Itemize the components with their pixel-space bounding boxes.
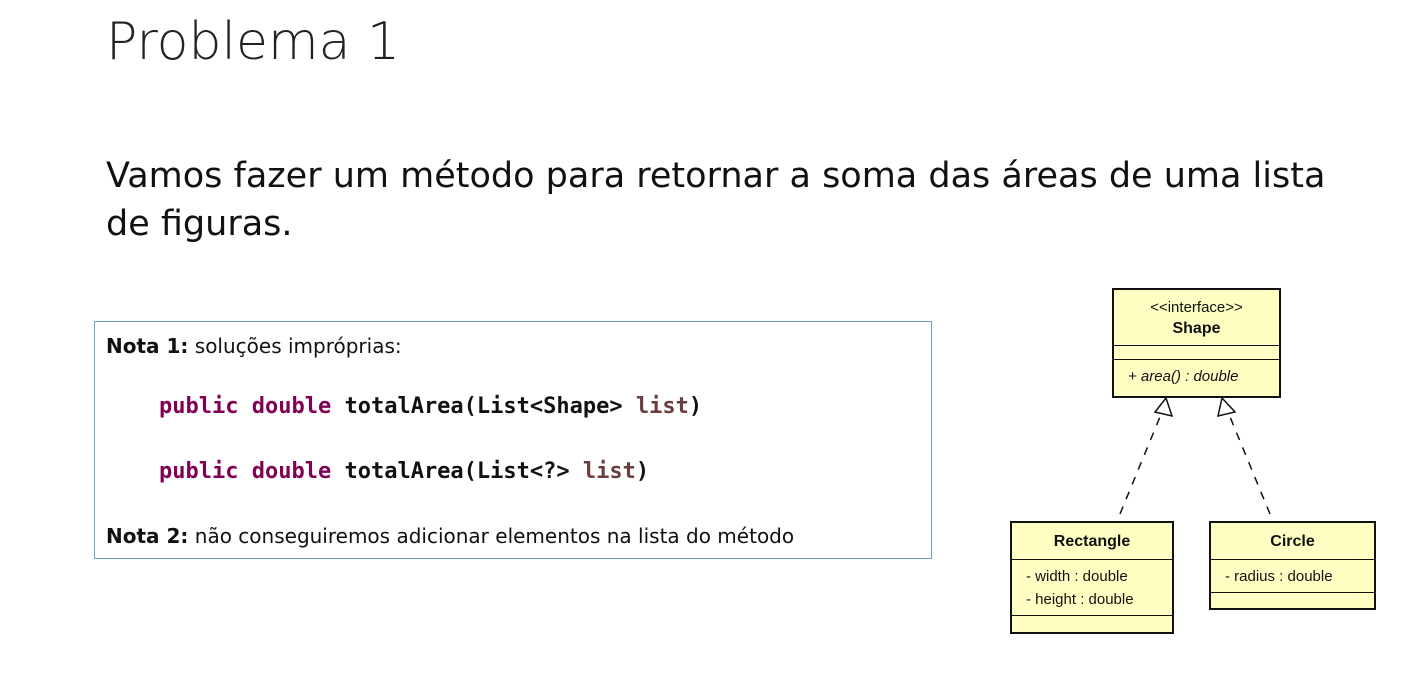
rectangle-attr-height: - height : double — [1026, 591, 1134, 608]
shape-stereotype: <<interface>> — [1150, 299, 1243, 316]
realization-arrow-circle — [1217, 396, 1237, 418]
shape-divider-1 — [1114, 345, 1279, 346]
uml-class-rectangle: Rectangle - width : double - height : do… — [1010, 521, 1174, 634]
rectangle-divider-1 — [1012, 559, 1172, 560]
rectangle-attr-width: - width : double — [1026, 568, 1128, 585]
circle-attr-radius: - radius : double — [1225, 568, 1333, 585]
circle-divider-2 — [1211, 592, 1374, 593]
uml-class-circle: Circle - radius : double — [1209, 521, 1376, 610]
uml-class-shape: <<interface>> Shape + area() : double — [1112, 288, 1281, 398]
realization-arrow-rectangle — [1153, 396, 1174, 418]
rectangle-name: Rectangle — [1053, 533, 1131, 550]
rectangle-divider-2 — [1012, 615, 1172, 616]
shape-method-area: + area() : double — [1128, 368, 1239, 385]
realization-line-rectangle — [1119, 411, 1163, 515]
realization-line-circle — [1227, 411, 1271, 515]
circle-divider-1 — [1211, 559, 1374, 560]
circle-name: Circle — [1270, 533, 1315, 550]
shape-divider-2 — [1114, 359, 1279, 360]
shape-name: Shape — [1172, 320, 1221, 337]
